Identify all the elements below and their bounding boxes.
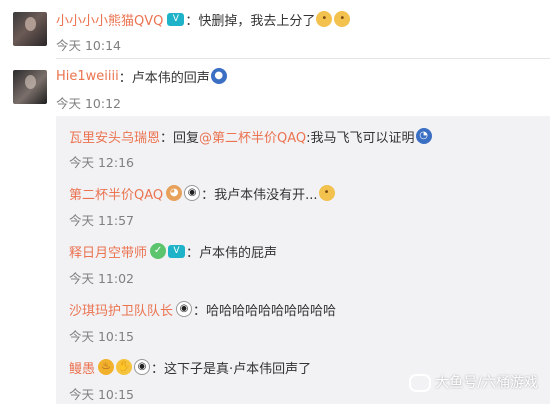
reply-time: 今天 10:15 [69,329,134,344]
avatar[interactable] [13,12,47,46]
reply-text: ：我卢本伟没有开... [201,187,318,203]
reply-time: 今天 10:15 [69,387,134,402]
reply-prefix: ：回复 [160,130,200,146]
panda-icon: ◉ [134,359,151,375]
comment-time: 今天 10:14 [56,38,121,53]
sonic-emoji-icon: ● [210,68,227,84]
divider [56,58,550,59]
comment-time: 今天 10:12 [56,96,121,111]
comment-username[interactable]: 小小小小熊猫QVQ [56,10,163,29]
reply-username[interactable]: 第二杯半价QAQ [69,184,163,203]
comment-username[interactable]: Hie1weiiii [56,69,119,84]
reply-time: 今天 11:57 [69,213,134,228]
comment-text: ：卢本伟的回声 [118,70,210,86]
cup-icon: ♨ [98,359,115,375]
comment-text: ：快删掉，我去上分了 [185,13,316,29]
reply-list: 瓦里安头乌瑞恩 ：回复 @第二杯半价QAQ :我马飞飞可以证明 ◔ 今天 12:… [56,116,550,404]
doge-emoji-icon: • [318,185,335,201]
vip-badge-icon: V [168,244,186,258]
reply-username[interactable]: 瓦里安头乌瑞恩 [69,127,160,146]
watermark-text: 大鱼号/六桶游戏 [435,375,538,391]
green-badge-icon: ✓ [150,243,167,259]
panda-icon: ◉ [184,185,201,201]
doge-emoji-icon: • [316,11,333,27]
reply-text: ：卢本伟的屁声 [186,245,278,261]
crying-emoji-icon: ◕ [166,185,183,201]
reply-mention-link[interactable]: @第二杯半价QAQ [199,127,306,146]
panda-icon: ◉ [176,301,193,317]
reply-time: 今天 11:02 [69,271,134,286]
avatar[interactable] [13,70,47,104]
reply-text: ：这下子是真·卢本伟回声了 [151,361,312,377]
vip-badge-icon: V [167,12,185,26]
reply-username[interactable]: 释日月空带师 [69,242,147,261]
reply-username[interactable]: 鳗愚 [69,358,95,377]
reply-text: :我马飞飞可以证明 [306,130,415,146]
dayu-logo-icon [409,374,432,392]
reply-text: ：哈哈哈哈哈哈哈哈哈哈 [193,303,337,319]
hand-emoji-icon: ✋ [116,359,133,375]
reply-time: 今天 12:16 [69,155,134,170]
sonic-emoji-icon: ◔ [415,128,432,144]
reply-username[interactable]: 沙琪玛护卫队队长 [69,300,173,319]
watermark: 大鱼号/六桶游戏 [409,372,538,392]
doge-emoji-icon: • [334,11,351,27]
